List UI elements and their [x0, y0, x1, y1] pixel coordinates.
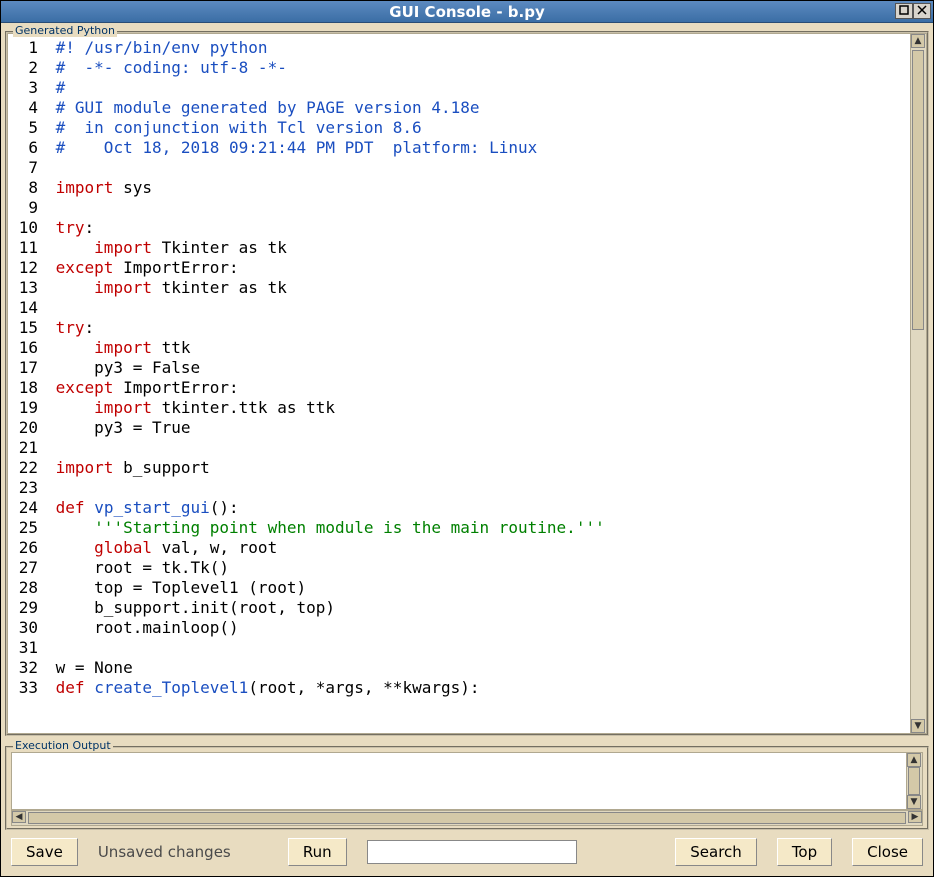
output-scroll-thumb[interactable]	[908, 767, 920, 795]
output-text-area[interactable]: ▲ ▼	[11, 752, 923, 810]
code-content: 1 #! /usr/bin/env python 2 # -*- coding:…	[8, 34, 910, 698]
client-area: Generated Python 1 #! /usr/bin/env pytho…	[1, 23, 933, 876]
generated-python-label: Generated Python	[13, 24, 117, 37]
execution-output-panel: Execution Output ▲ ▼ ◀ ▶	[5, 746, 929, 830]
output-horizontal-scrollbar[interactable]: ◀ ▶	[11, 810, 923, 826]
code-wrap: 1 #! /usr/bin/env python 2 # -*- coding:…	[7, 33, 927, 734]
code-scroll-thumb[interactable]	[912, 50, 924, 330]
window: GUI Console - b.py Generated Python 1 #!…	[0, 0, 934, 877]
code-vertical-scrollbar[interactable]: ▲ ▼	[910, 34, 926, 733]
maximize-button[interactable]	[895, 3, 913, 19]
scroll-down-arrow-icon[interactable]: ▼	[907, 795, 921, 809]
titlebar[interactable]: GUI Console - b.py	[1, 1, 933, 23]
status-label: Unsaved changes	[98, 843, 268, 861]
output-vertical-scrollbar[interactable]: ▲ ▼	[906, 753, 922, 809]
window-title: GUI Console - b.py	[1, 3, 933, 21]
close-icon	[917, 5, 927, 18]
execution-output-label: Execution Output	[13, 739, 113, 752]
scroll-down-arrow-icon[interactable]: ▼	[911, 719, 925, 733]
maximize-icon	[899, 5, 909, 18]
generated-python-panel: Generated Python 1 #! /usr/bin/env pytho…	[5, 31, 929, 736]
button-bar: Save Unsaved changes Run Search Top Clos…	[5, 832, 929, 872]
search-input[interactable]	[367, 840, 577, 864]
save-button[interactable]: Save	[11, 838, 78, 866]
scroll-up-arrow-icon[interactable]: ▲	[907, 753, 921, 767]
scroll-left-arrow-icon[interactable]: ◀	[12, 811, 26, 823]
close-button[interactable]: Close	[852, 838, 923, 866]
search-button[interactable]: Search	[675, 838, 757, 866]
scroll-right-arrow-icon[interactable]: ▶	[908, 811, 922, 823]
close-window-button[interactable]	[913, 3, 931, 19]
output-hscroll-thumb[interactable]	[28, 812, 906, 824]
run-button[interactable]: Run	[288, 838, 347, 866]
top-button[interactable]: Top	[777, 838, 832, 866]
scroll-up-arrow-icon[interactable]: ▲	[911, 34, 925, 48]
titlebar-buttons	[895, 3, 931, 19]
code-editor[interactable]: 1 #! /usr/bin/env python 2 # -*- coding:…	[8, 34, 910, 733]
